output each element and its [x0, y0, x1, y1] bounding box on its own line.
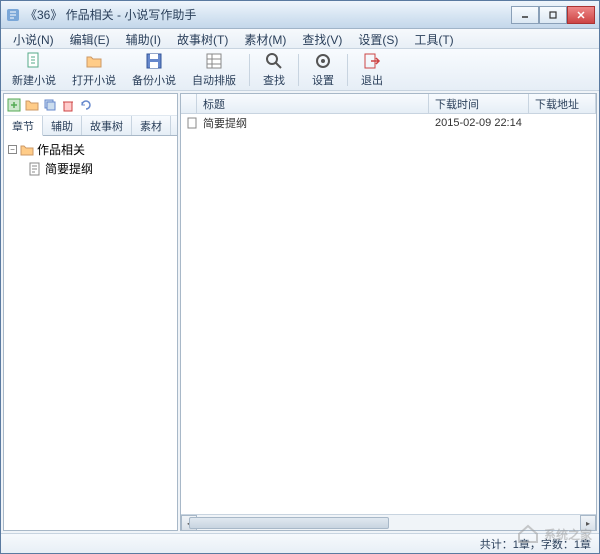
tree-view: − 作品相关 简要提纲 [4, 136, 177, 530]
exit-icon [362, 51, 382, 71]
scroll-right-arrow[interactable]: ▸ [580, 515, 596, 531]
refresh-icon[interactable] [78, 97, 94, 113]
delete-icon[interactable] [60, 97, 76, 113]
col-icon[interactable] [181, 94, 197, 113]
file-save-icon [144, 51, 164, 71]
sidebar: 章节 辅助 故事树 素材 − 作品相关 简要提纲 [3, 93, 178, 531]
list-header: 标题 下载时间 下载地址 [181, 94, 596, 114]
menu-storytree[interactable]: 故事树(T) [169, 29, 236, 48]
app-icon [5, 7, 21, 23]
titlebar: 《36》 作品相关 - 小说写作助手 [1, 1, 599, 29]
gear-icon [313, 51, 333, 71]
auto-layout-button[interactable]: 自动排版 [185, 48, 243, 91]
list-row[interactable]: 简要提纲 2015-02-09 22:14 [181, 114, 596, 132]
tab-chapter[interactable]: 章节 [4, 116, 43, 136]
add-icon[interactable] [6, 97, 22, 113]
toolbar-separator [249, 54, 250, 86]
menu-edit[interactable]: 编辑(E) [62, 29, 118, 48]
copy-icon[interactable] [42, 97, 58, 113]
sidebar-tabs: 章节 辅助 故事树 素材 [4, 116, 177, 136]
list-body: 简要提纲 2015-02-09 22:14 [181, 114, 596, 514]
file-open-icon [84, 51, 104, 71]
folder-icon [20, 143, 34, 157]
exit-button[interactable]: 退出 [354, 48, 390, 91]
search-icon [264, 51, 284, 71]
col-url[interactable]: 下载地址 [529, 94, 596, 113]
tree-child-label: 简要提纲 [45, 160, 93, 177]
menu-novel[interactable]: 小说(N) [5, 29, 62, 48]
scroll-thumb[interactable] [189, 517, 389, 529]
tab-material[interactable]: 素材 [132, 116, 171, 135]
horizontal-scrollbar[interactable]: ◂ ▸ [181, 514, 596, 530]
cell-time: 2015-02-09 22:14 [429, 116, 529, 130]
menubar: 小说(N) 编辑(E) 辅助(I) 故事树(T) 素材(M) 查找(V) 设置(… [1, 29, 599, 49]
menu-material[interactable]: 素材(M) [236, 29, 294, 48]
toolbar-separator [347, 54, 348, 86]
tree-root-label: 作品相关 [37, 141, 85, 158]
backup-novel-button[interactable]: 备份小说 [125, 48, 183, 91]
menu-settings[interactable]: 设置(S) [350, 29, 406, 48]
folder-icon[interactable] [24, 97, 40, 113]
status-text: 共计：1章，字数：1章 [480, 536, 591, 552]
workspace: 章节 辅助 故事树 素材 − 作品相关 简要提纲 标题 [1, 91, 599, 533]
close-button[interactable] [567, 6, 595, 24]
find-button[interactable]: 查找 [256, 48, 292, 91]
col-title[interactable]: 标题 [197, 94, 429, 113]
main-panel: 标题 下载时间 下载地址 简要提纲 2015-02-09 22:14 ◂ ▸ [180, 93, 597, 531]
tree-collapse-icon[interactable]: − [8, 145, 17, 154]
toolbar: 新建小说 打开小说 备份小说 自动排版 查找 设置 退出 [1, 49, 599, 91]
toolbar-separator [298, 54, 299, 86]
layout-icon [204, 51, 224, 71]
tab-assist[interactable]: 辅助 [43, 116, 82, 135]
window-title: 《36》 作品相关 - 小说写作助手 [25, 6, 511, 23]
minimize-button[interactable] [511, 6, 539, 24]
tree-child-node[interactable]: 简要提纲 [8, 159, 173, 178]
settings-button[interactable]: 设置 [305, 48, 341, 91]
tab-storytree[interactable]: 故事树 [82, 116, 132, 135]
statusbar: 共计：1章，字数：1章 [1, 533, 599, 553]
cell-title: 简要提纲 [197, 114, 429, 132]
tree-root-node[interactable]: − 作品相关 [8, 140, 173, 159]
cell-url [529, 122, 596, 124]
menu-find[interactable]: 查找(V) [294, 29, 350, 48]
sidebar-toolbar [4, 94, 177, 116]
file-new-icon [24, 51, 44, 71]
open-novel-button[interactable]: 打开小说 [65, 48, 123, 91]
menu-assist[interactable]: 辅助(I) [118, 29, 169, 48]
menu-tools[interactable]: 工具(T) [406, 29, 461, 48]
new-novel-button[interactable]: 新建小说 [5, 48, 63, 91]
maximize-button[interactable] [539, 6, 567, 24]
col-time[interactable]: 下载时间 [429, 94, 529, 113]
document-icon [28, 162, 42, 176]
